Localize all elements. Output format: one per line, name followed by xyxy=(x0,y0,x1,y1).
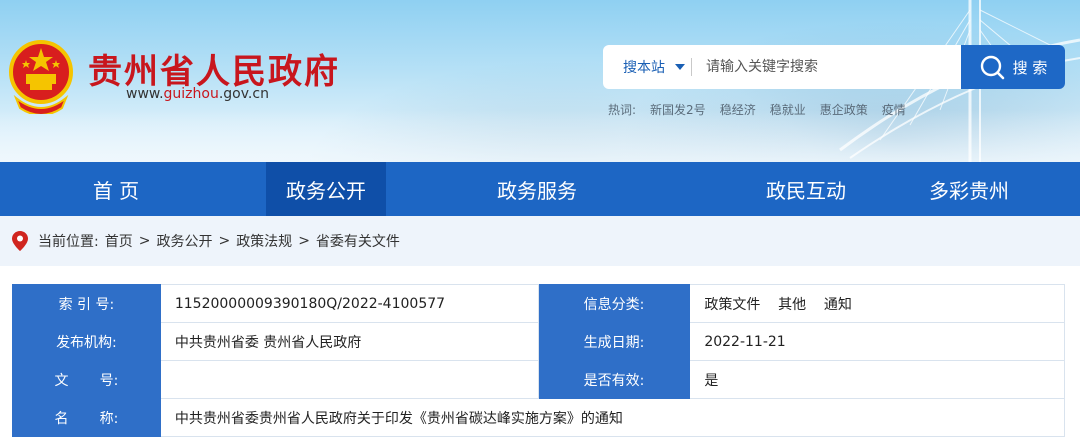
nav-item-interaction[interactable]: 政民互动 xyxy=(754,162,858,216)
national-emblem-icon xyxy=(9,40,73,114)
search-input[interactable] xyxy=(692,47,961,87)
document-info-table: 索 引 号: 11520000009390180Q/2022-4100577 信… xyxy=(12,284,1066,437)
info-key: 是否有效: xyxy=(537,360,691,399)
site-url-highlight: guizhou xyxy=(163,86,219,102)
info-value: 中共贵州省委贵州省人民政府关于印发《贵州省碳达峰实施方案》的通知 xyxy=(159,398,1066,437)
info-key: 文 号: xyxy=(12,360,161,399)
hot-word-link[interactable]: 新国发2号 xyxy=(650,101,706,118)
main-nav: 首 页 政务公开 政务服务 政民互动 多彩贵州 xyxy=(0,162,1080,216)
breadcrumb-link-policy[interactable]: 政策法规 xyxy=(236,231,292,251)
breadcrumb-separator: > xyxy=(218,233,231,249)
info-value xyxy=(159,360,539,399)
search-button[interactable]: 搜 索 xyxy=(961,45,1065,89)
breadcrumb-link-home[interactable]: 首页 xyxy=(105,231,133,251)
table-row: 索 引 号: 11520000009390180Q/2022-4100577 信… xyxy=(12,284,1065,323)
nav-item-gov-services[interactable]: 政务服务 xyxy=(386,162,688,216)
search-button-label: 搜 索 xyxy=(1012,58,1048,77)
hot-words: 热词: 新国发2号 稳经济 稳就业 惠企政策 疫情 xyxy=(608,101,906,118)
info-key: 发布机构: xyxy=(12,322,161,361)
hot-word-link[interactable]: 疫情 xyxy=(882,101,906,118)
location-pin-icon xyxy=(12,231,28,251)
header-banner: 贵州省人民政府 www.guizhou.gov.cn 搜本站 搜 索 热词: 新… xyxy=(0,0,1080,162)
breadcrumb-link-gov-affairs[interactable]: 政务公开 xyxy=(156,231,212,251)
site-url[interactable]: www.guizhou.gov.cn xyxy=(126,86,269,102)
nav-item-gov-affairs[interactable]: 政务公开 xyxy=(266,162,386,216)
nav-item-colorful-guizhou[interactable]: 多彩贵州 xyxy=(858,162,1080,216)
breadcrumb-separator: > xyxy=(138,233,151,249)
search-scope-label: 搜本站 xyxy=(623,60,665,76)
search-box: 搜本站 xyxy=(603,45,961,89)
hot-words-label: 热词: xyxy=(608,103,637,117)
hot-word-link[interactable]: 稳经济 xyxy=(720,101,756,118)
hot-word-link[interactable]: 惠企政策 xyxy=(820,101,868,118)
breadcrumb: 当前位置: 首页 > 政务公开 > 政策法规 > 省委有关文件 xyxy=(0,216,1080,266)
caret-down-icon xyxy=(675,64,685,70)
site-url-suffix: .gov.cn xyxy=(218,86,269,102)
breadcrumb-prefix: 当前位置: xyxy=(38,234,99,250)
nav-item-home[interactable]: 首 页 xyxy=(0,162,232,216)
info-value: 是 xyxy=(689,360,1065,399)
search-icon xyxy=(980,55,1004,80)
table-row: 名 称: 中共贵州省委贵州省人民政府关于印发《贵州省碳达峰实施方案》的通知 xyxy=(12,398,1066,437)
info-value: 中共贵州省委 贵州省人民政府 xyxy=(159,322,539,361)
info-key: 信息分类: xyxy=(537,284,691,323)
info-value: 2022-11-21 xyxy=(689,322,1065,361)
info-value: 政策文件 其他 通知 xyxy=(689,284,1065,323)
info-key: 生成日期: xyxy=(537,322,691,361)
search-scope-select[interactable]: 搜本站 xyxy=(603,57,691,77)
info-key: 名 称: xyxy=(12,398,161,437)
info-value: 11520000009390180Q/2022-4100577 xyxy=(159,284,539,323)
breadcrumb-link-current[interactable]: 省委有关文件 xyxy=(316,231,400,251)
table-row: 文 号: 是否有效: 是 xyxy=(12,360,1065,399)
table-row: 发布机构: 中共贵州省委 贵州省人民政府 生成日期: 2022-11-21 xyxy=(12,322,1065,361)
breadcrumb-separator: > xyxy=(298,233,310,249)
site-url-prefix: www. xyxy=(126,86,164,102)
info-key: 索 引 号: xyxy=(12,284,161,323)
hot-word-link[interactable]: 稳就业 xyxy=(770,101,806,118)
